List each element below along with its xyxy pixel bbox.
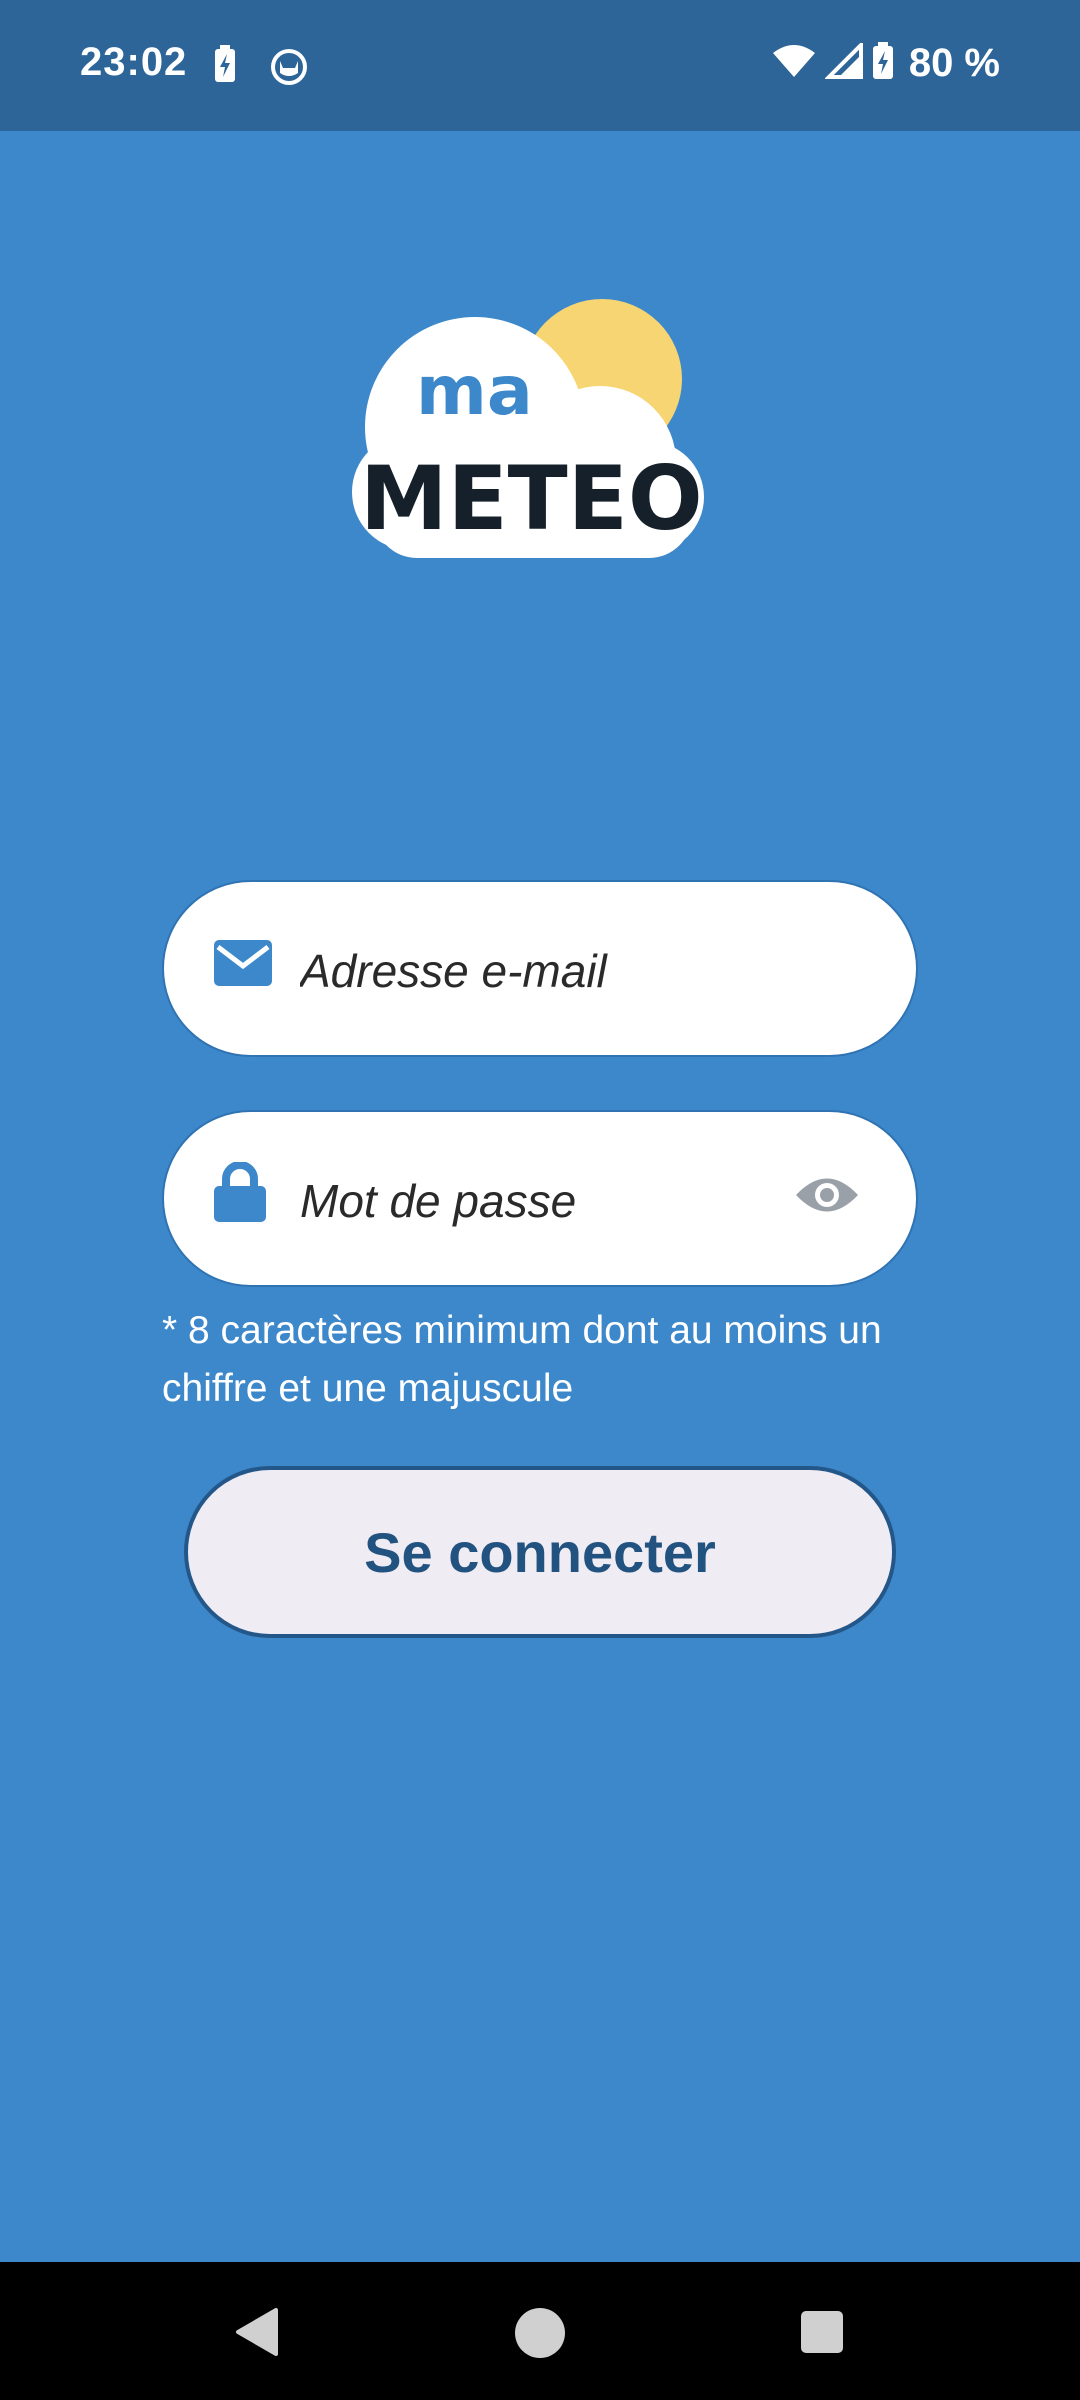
recents-icon[interactable] bbox=[800, 2310, 844, 2359]
cell-signal-icon bbox=[823, 39, 863, 84]
battery-charging-icon bbox=[871, 41, 895, 86]
logo-ma-text: ma bbox=[416, 352, 533, 431]
logo-meteo-text: METEO bbox=[360, 447, 703, 550]
lock-icon bbox=[212, 1161, 268, 1229]
home-icon[interactable] bbox=[514, 2307, 566, 2364]
battery-saver-icon bbox=[212, 44, 238, 89]
show-password-eye-icon[interactable] bbox=[794, 1172, 860, 1223]
battery-percent: 80 % bbox=[908, 40, 1000, 85]
status-right-group: 80 % bbox=[771, 38, 1000, 88]
status-time: 23:02 bbox=[80, 40, 188, 84]
status-bar: 23:02 80 % bbox=[0, 0, 1080, 131]
mail-icon bbox=[212, 938, 274, 993]
password-field-container[interactable] bbox=[162, 1110, 918, 1287]
app-logo: ma METEO bbox=[330, 292, 730, 572]
password-hint: * 8 caractères minimum dont au moins un … bbox=[162, 1309, 882, 1410]
password-input[interactable] bbox=[298, 1152, 802, 1250]
login-button[interactable]: Se connecter bbox=[184, 1466, 896, 1638]
cat-face-icon bbox=[270, 48, 308, 91]
wifi-icon bbox=[771, 43, 817, 84]
email-field-container[interactable] bbox=[162, 880, 918, 1057]
back-icon[interactable] bbox=[234, 2307, 280, 2362]
system-nav-bar bbox=[0, 2262, 1080, 2400]
email-input[interactable] bbox=[298, 922, 802, 1020]
